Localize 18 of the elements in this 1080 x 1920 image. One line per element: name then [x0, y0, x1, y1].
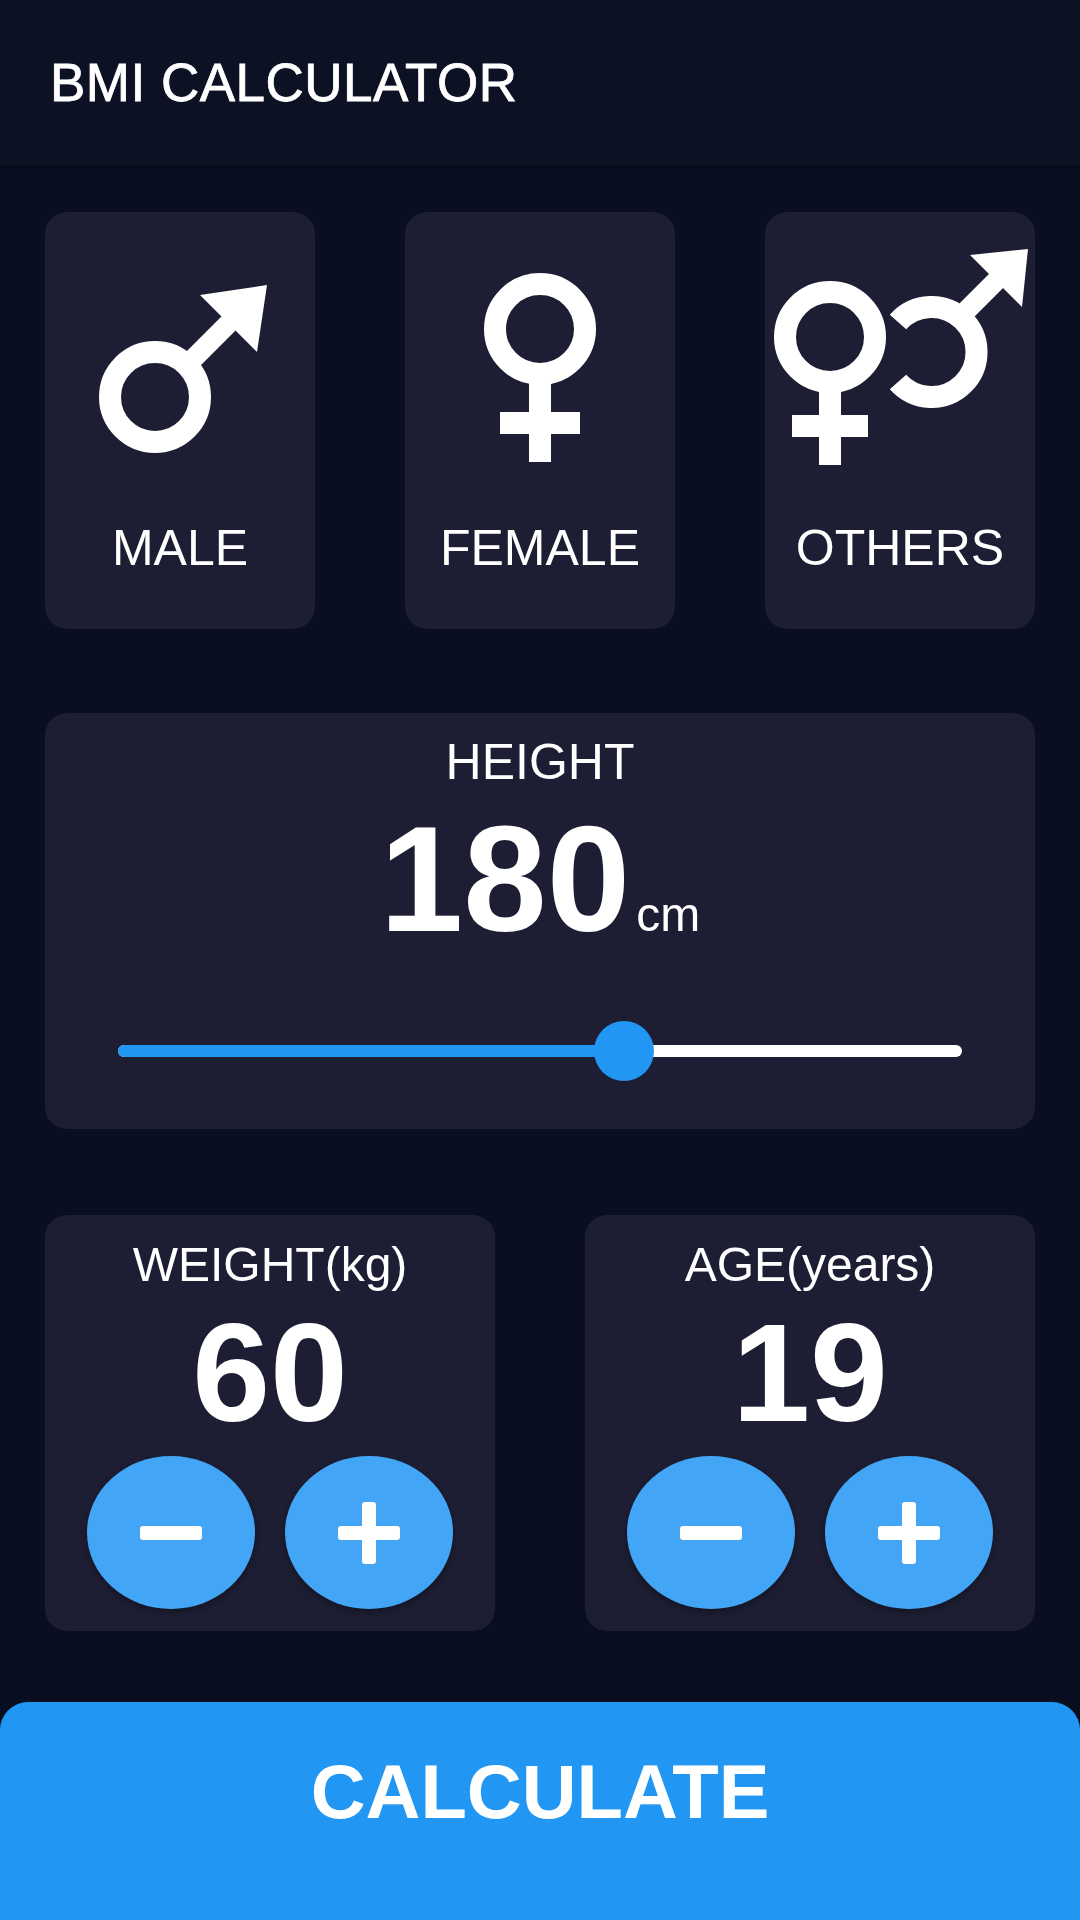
counter-label: WEIGHT(kg)	[132, 1237, 408, 1292]
gender-card[interactable]: OTHERS	[765, 212, 1035, 629]
counter-value: 19	[732, 1296, 888, 1450]
minus-icon	[680, 1525, 742, 1540]
gender-label: FEMALE	[439, 519, 641, 577]
height-label: HEIGHT	[445, 733, 635, 791]
counter-value: 60	[192, 1296, 348, 1450]
minus-icon	[140, 1525, 202, 1540]
gender-card[interactable]: FEMALE	[405, 212, 675, 629]
unit-label: cm	[636, 887, 701, 942]
gender-card[interactable]: MALE	[45, 212, 315, 629]
counter-label: AGE(years)	[684, 1237, 936, 1292]
gender-label: OTHERS	[795, 519, 1005, 577]
plus-icon	[338, 1501, 400, 1564]
gender-label: MALE	[111, 519, 249, 577]
height-value: 180	[379, 801, 631, 959]
plus-icon	[878, 1501, 940, 1564]
app-title: BMI CALCULATOR	[50, 52, 518, 113]
